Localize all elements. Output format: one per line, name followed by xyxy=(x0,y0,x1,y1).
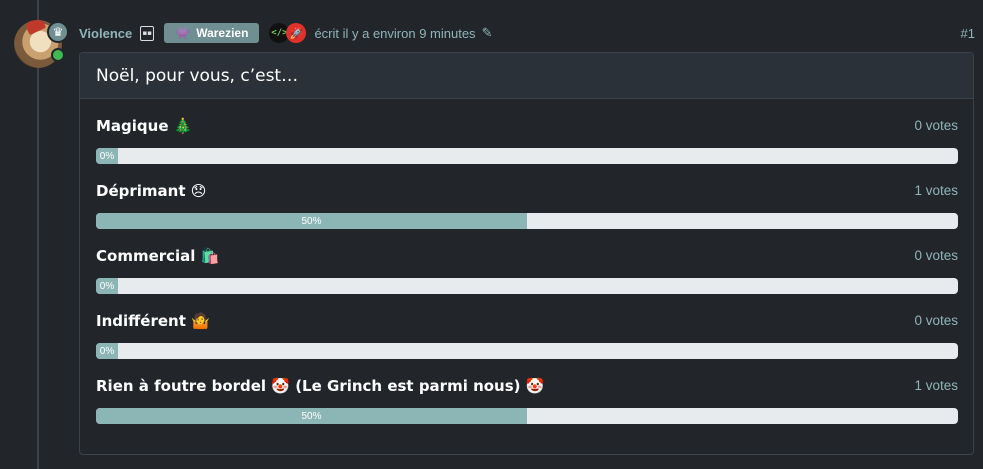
poll-option[interactable]: Déprimant 😞 1 votes 50% xyxy=(96,182,958,247)
poll-progress-percent: 50% xyxy=(301,410,322,422)
poll-progress-percent: 50% xyxy=(301,215,322,227)
poll-progress-bar: 0% xyxy=(96,278,958,294)
poll-progress-bar: 50% xyxy=(96,213,958,229)
crown-icon: ♛ xyxy=(47,21,69,43)
poll-option-votes: 0 votes xyxy=(914,118,958,133)
alien-icon: 👾 xyxy=(175,26,191,40)
poll-title: Noël, pour vous, c’est… xyxy=(96,65,299,86)
poll-option[interactable]: Commercial 🛍️ 0 votes 0% xyxy=(96,247,958,312)
post-header: Violence ▪▪ 👾 Warezien </> 🚀 écrit il y … xyxy=(79,22,975,44)
avatar[interactable]: ♛ xyxy=(14,20,69,68)
poll-progress-bar: 50% xyxy=(96,408,958,424)
rocket-icon[interactable]: 🚀 xyxy=(286,23,307,43)
poll-progress-bar: 0% xyxy=(96,343,958,359)
poll-progress-bar: 0% xyxy=(96,148,958,164)
poll-progress-fill: 0% xyxy=(96,278,118,294)
poll-option[interactable]: Indifférent 🤷 0 votes 0% xyxy=(96,312,958,377)
thread-line xyxy=(37,0,39,469)
poll-progress-percent: 0% xyxy=(99,150,115,162)
poll-progress-percent: 0% xyxy=(99,345,115,357)
group-badge-label: Warezien xyxy=(196,26,249,40)
edit-icon[interactable]: ✎ xyxy=(482,26,493,41)
poll-card: Noël, pour vous, c’est… Magique 🎄 0 votes… xyxy=(79,52,974,455)
poll-option-label: Rien à foutre bordel 🤡 (Le Grinch est pa… xyxy=(96,377,545,395)
santa-hat-decoration xyxy=(23,20,47,36)
poll-options: Magique 🎄 0 votes 0% Déprimant 😞 1 votes 50% C… xyxy=(96,117,958,442)
poll-progress-fill: 0% xyxy=(96,148,118,164)
twitch-icon[interactable]: ▪▪ xyxy=(140,25,155,41)
post-index-link[interactable]: #1 xyxy=(961,26,975,41)
poll-option[interactable]: Magique 🎄 0 votes 0% xyxy=(96,117,958,182)
poll-option-votes: 0 votes xyxy=(914,313,958,328)
poll-option-label: Magique 🎄 xyxy=(96,117,193,135)
author-username[interactable]: Violence xyxy=(79,26,132,41)
poll-option-label: Commercial 🛍️ xyxy=(96,247,220,265)
poll-progress-fill: 50% xyxy=(96,408,527,424)
online-status-indicator xyxy=(51,48,65,62)
poll-option-label: Déprimant 😞 xyxy=(96,182,207,200)
poll-option-votes: 1 votes xyxy=(914,378,958,393)
poll-header: Noël, pour vous, c’est… xyxy=(80,53,973,99)
poll-option-label: Indifférent 🤷 xyxy=(96,312,210,330)
poll-progress-fill: 0% xyxy=(96,343,118,359)
poll-progress-percent: 0% xyxy=(99,280,115,292)
group-badge[interactable]: 👾 Warezien xyxy=(164,23,260,43)
poll-option-votes: 1 votes xyxy=(914,183,958,198)
poll-option-votes: 0 votes xyxy=(914,248,958,263)
user-badges: </> 🚀 xyxy=(269,23,307,43)
poll-progress-fill: 50% xyxy=(96,213,527,229)
poll-option[interactable]: Rien à foutre bordel 🤡 (Le Grinch est pa… xyxy=(96,377,958,442)
post-timestamp[interactable]: écrit il y a environ 9 minutes xyxy=(314,26,475,41)
